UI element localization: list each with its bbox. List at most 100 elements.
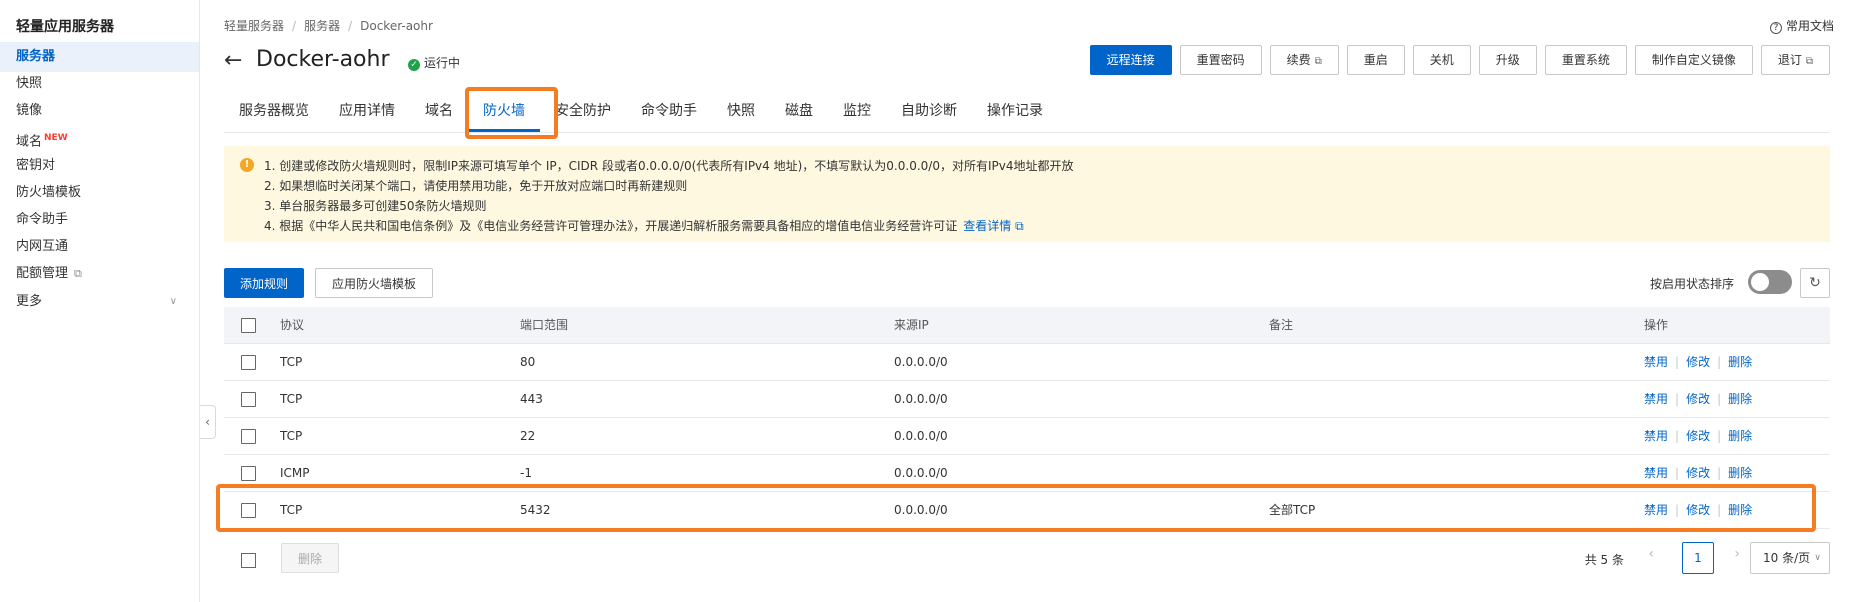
page-size-label: 10 条/页 [1763,551,1811,565]
chevron-right-icon[interactable]: › [1734,546,1740,562]
reset-system-button[interactable]: 重置系统 [1544,45,1627,75]
reset-password-button[interactable]: 重置密码 [1179,45,1262,75]
sort-toggle-switch[interactable] [1748,270,1792,294]
header-port: 端口范围 [520,318,569,332]
sidebar-item-keypairs[interactable]: 密钥对 [0,151,199,181]
cell-ops: 禁用 | 修改 | 删除 [1644,344,1752,381]
apply-template-button[interactable]: 应用防火墙模板 [315,268,434,298]
chevron-down-icon: ∨ [169,296,177,307]
renew-button[interactable]: 续费 ⧉ [1269,45,1339,75]
chevron-down-icon: ∨ [1814,553,1821,563]
op-separator: | [1675,429,1680,443]
upgrade-button[interactable]: 升级 [1478,45,1537,75]
tab-overview[interactable]: 服务器概览 [224,90,324,132]
create-custom-image-button[interactable]: 制作自定义镜像 [1634,45,1753,75]
page-number-button[interactable]: 1 [1682,542,1714,574]
sidebar-item-label: 命令助手 [16,212,69,227]
external-link-icon: ⧉ [1015,219,1024,233]
sidebar-item-command-assistant[interactable]: 命令助手 [0,205,199,235]
sidebar-item-firewall-templates[interactable]: 防火墙模板 [0,178,199,208]
cell-ops: 禁用 | 修改 | 删除 [1644,381,1752,418]
tab-monitoring[interactable]: 监控 [828,90,886,132]
delete-link[interactable]: 删除 [1728,355,1752,369]
sidebar-item-servers[interactable]: 服务器 [0,42,199,72]
view-details-label: 查看详情 [963,219,1012,233]
sort-by-status-label: 按启用状态排序 [1649,277,1734,291]
sidebar-item-label: 快照 [16,76,43,91]
notice-line: 1. 创建或修改防火墙规则时，限制IP来源可填写单个 IP，CIDR 段或者0.… [264,159,1074,173]
sidebar-item-images[interactable]: 镜像 [0,96,199,126]
row-checkbox[interactable] [241,429,256,444]
header-note: 备注 [1269,318,1294,332]
breadcrumb: 轻量服务器 / 服务器 / Docker-aohr [224,17,433,34]
tab-operation-logs[interactable]: 操作记录 [972,90,1058,132]
sidebar-item-label: 密钥对 [16,158,56,173]
sidebar: 轻量应用服务器 服务器 快照 镜像 域名 NEW 密钥对 防火墙模板 命令助手 内… [0,0,200,602]
edit-link[interactable]: 修改 [1686,355,1710,369]
delete-link[interactable]: 删除 [1728,392,1752,406]
remote-connect-button[interactable]: 远程连接 [1089,45,1172,75]
cell-port: 80 [520,355,536,369]
disable-link[interactable]: 禁用 [1644,429,1668,443]
page-title: Docker-aohr [256,47,390,72]
cell-port: 443 [520,392,543,406]
tab-snapshots[interactable]: 快照 [712,90,770,132]
sidebar-title: 轻量应用服务器 [16,19,114,35]
total-count: 共 5 条 [1584,553,1624,567]
row-checkbox[interactable] [241,466,256,481]
disable-link[interactable]: 禁用 [1644,466,1668,480]
sidebar-item-label: 内网互通 [16,239,69,254]
header-ops: 操作 [1644,318,1669,332]
edit-link[interactable]: 修改 [1686,429,1710,443]
edit-link[interactable]: 修改 [1686,466,1710,480]
disable-link[interactable]: 禁用 [1644,392,1668,406]
notice-line-text: 4. 根据《中华人民共和国电信条例》及《电信业务经营许可管理办法》，开展递归解析… [264,219,958,233]
refund-button[interactable]: 退订 ⧉ [1760,45,1830,75]
chevron-left-icon[interactable]: ‹ [1648,546,1654,562]
view-details-link[interactable]: 查看详情 ⧉ [963,219,1023,233]
op-separator: | [1675,466,1680,480]
sidebar-item-label: 服务器 [16,49,56,64]
tab-app-details[interactable]: 应用详情 [324,90,410,132]
tab-command-assistant[interactable]: 命令助手 [626,90,712,132]
breadcrumb-item[interactable]: 轻量服务器 [224,19,284,33]
external-link-icon: ⧉ [74,267,82,280]
external-link-icon: ⧉ [1805,56,1813,67]
sidebar-item-snapshots[interactable]: 快照 [0,69,199,99]
shutdown-button[interactable]: 关机 [1412,45,1471,75]
new-badge: NEW [44,133,68,143]
sidebar-item-more[interactable]: 更多 ∨ [0,287,199,317]
add-rule-button[interactable]: 添加规则 [224,268,305,298]
cell-protocol: TCP [280,355,303,369]
cell-source: 0.0.0.0/0 [894,355,948,369]
breadcrumb-item[interactable]: 服务器 [304,19,340,33]
sidebar-item-intranet[interactable]: 内网互通 [0,232,199,262]
back-arrow-icon[interactable]: ← [224,48,242,73]
sidebar-item-label: 配额管理 [16,266,69,281]
refund-label: 退订 [1777,53,1802,67]
header-protocol: 协议 [280,318,305,332]
sidebar-item-domains[interactable]: 域名 NEW [0,123,199,153]
tab-domains[interactable]: 域名 [410,90,468,132]
row-checkbox[interactable] [241,392,256,407]
select-all-checkbox[interactable] [241,318,256,333]
page-size-select[interactable]: 10 条/页 ∨ [1750,542,1830,574]
notice-panel: ! 1. 创建或修改防火墙规则时，限制IP来源可填写单个 IP，CIDR 段或者… [224,146,1830,242]
delete-link[interactable]: 删除 [1728,429,1752,443]
restart-button[interactable]: 重启 [1346,45,1405,75]
disable-link[interactable]: 禁用 [1644,355,1668,369]
bulk-delete-button[interactable]: 删除 [281,543,340,573]
sidebar-collapse-button[interactable]: ‹ [200,405,216,439]
renew-label: 续费 [1286,53,1311,67]
row-checkbox[interactable] [241,355,256,370]
delete-link[interactable]: 删除 [1728,466,1752,480]
refresh-icon[interactable]: ↻ [1800,268,1830,298]
sidebar-item-quota[interactable]: 配额管理 ⧉ [0,259,199,289]
docs-link[interactable]: ? 常用文档 [1769,17,1834,34]
footer-select-all-checkbox[interactable] [241,553,256,568]
breadcrumb-separator: / [348,19,353,33]
edit-link[interactable]: 修改 [1686,392,1710,406]
tab-disks[interactable]: 磁盘 [770,90,828,132]
app-root: 轻量应用服务器 服务器 快照 镜像 域名 NEW 密钥对 防火墙模板 命令助手 内… [0,0,1874,602]
tab-self-diagnosis[interactable]: 自助诊断 [886,90,972,132]
